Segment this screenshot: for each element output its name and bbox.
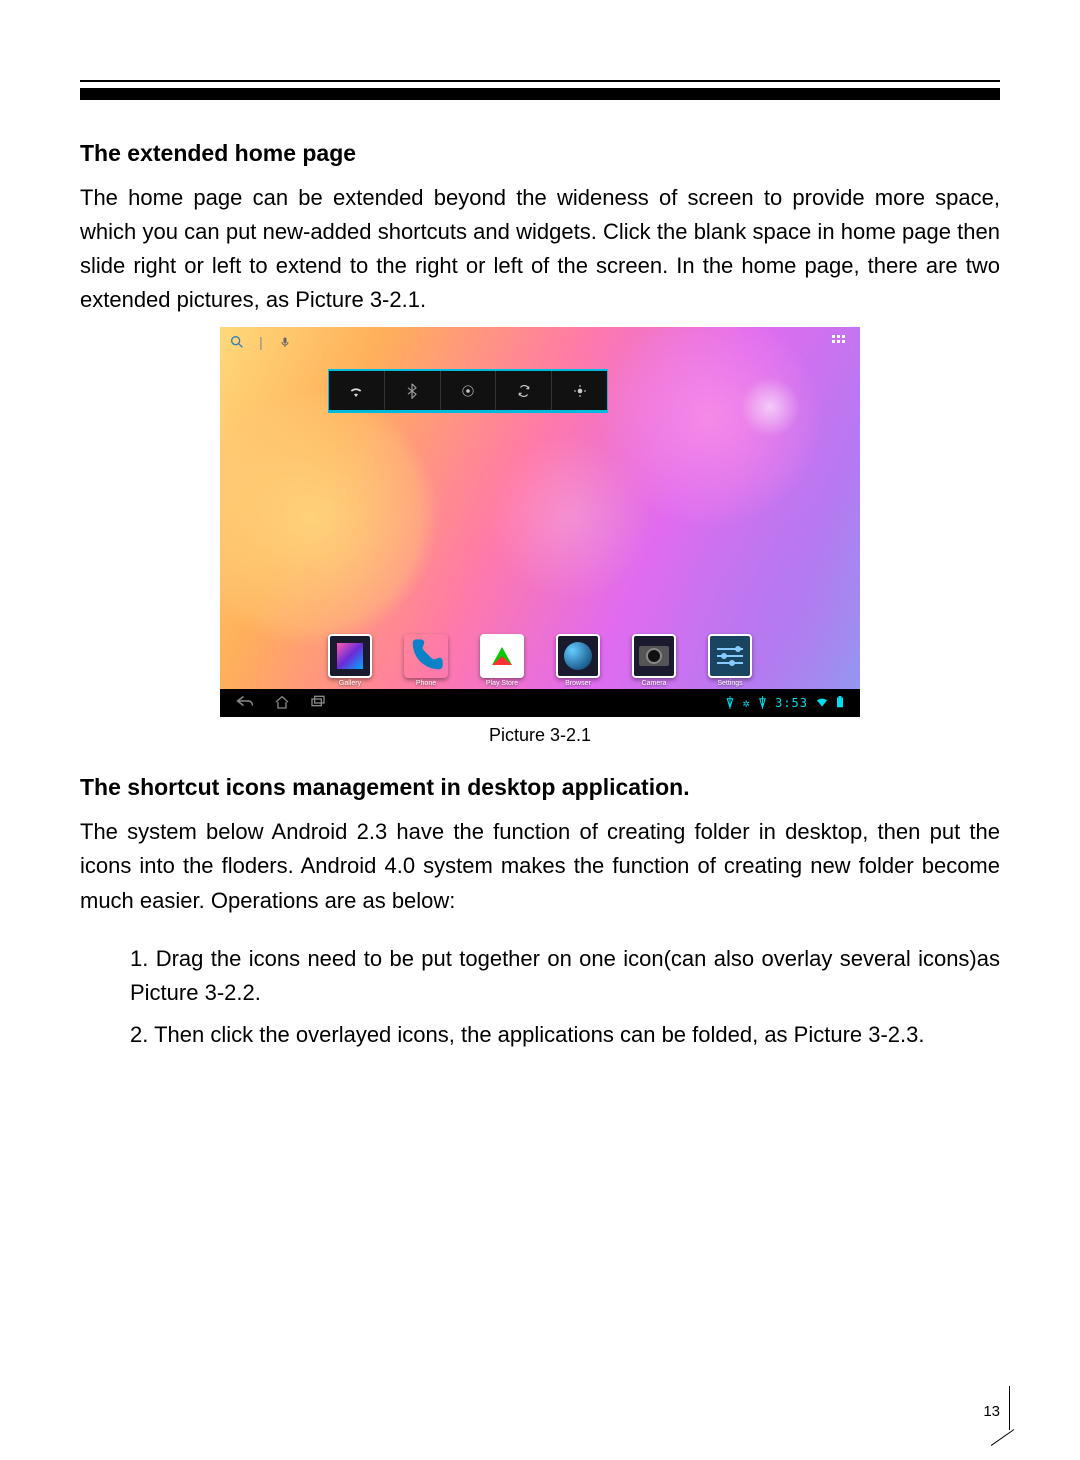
step-1: 1. Drag the icons need to be put togethe… [80, 942, 1000, 1010]
apps-drawer-icon[interactable] [832, 335, 850, 349]
back-icon[interactable] [236, 695, 254, 712]
page-corner-decor [990, 1400, 1010, 1430]
recents-icon[interactable] [310, 695, 326, 712]
section-heading-extended-home: The extended home page [80, 140, 1000, 167]
power-control-widget[interactable] [328, 369, 608, 413]
search-bar: | [228, 333, 294, 351]
app-phone[interactable]: Phone [404, 634, 448, 687]
app-camera[interactable]: Camera [632, 634, 676, 687]
app-play-store[interactable]: Play Store [480, 634, 524, 687]
battery-icon [836, 696, 844, 711]
section2-paragraph: The system below Android 2.3 have the fu… [80, 815, 1000, 917]
wifi-status-icon [816, 696, 828, 710]
usb-icon: ⍒ [726, 696, 734, 710]
document-page: The extended home page The home page can… [0, 0, 1080, 1460]
app-gallery[interactable]: Gallery [328, 634, 372, 687]
app-settings[interactable]: Settings [708, 634, 752, 687]
clock-time: 3:53 [775, 696, 808, 710]
search-icon[interactable] [228, 333, 246, 351]
app-dock: Gallery Phone Play Store Browser Camera [220, 634, 860, 687]
sync-toggle-icon[interactable] [496, 371, 552, 410]
section1-paragraph: The home page can be extended beyond the… [80, 181, 1000, 317]
debug-icon: ✲ [743, 696, 751, 710]
header-rules [80, 80, 1000, 100]
app-browser[interactable]: Browser [556, 634, 600, 687]
brightness-toggle-icon[interactable] [552, 371, 607, 410]
usb2-icon: ⍒ [759, 696, 767, 710]
figure-caption: Picture 3-2.1 [80, 725, 1000, 746]
gps-toggle-icon[interactable] [441, 371, 497, 410]
figure-3-2-1: | Gallery [80, 327, 1000, 717]
tablet-screenshot: | Gallery [220, 327, 860, 717]
bluetooth-toggle-icon[interactable] [385, 371, 441, 410]
system-navbar: ⍒ ✲ ⍒ 3:53 [220, 689, 860, 717]
mic-icon[interactable] [276, 333, 294, 351]
section-heading-shortcut-icons: The shortcut icons management in desktop… [80, 774, 1000, 801]
wifi-toggle-icon[interactable] [329, 371, 385, 410]
step-2: 2. Then click the overlayed icons, the a… [80, 1018, 1000, 1052]
home-icon[interactable] [274, 695, 290, 712]
